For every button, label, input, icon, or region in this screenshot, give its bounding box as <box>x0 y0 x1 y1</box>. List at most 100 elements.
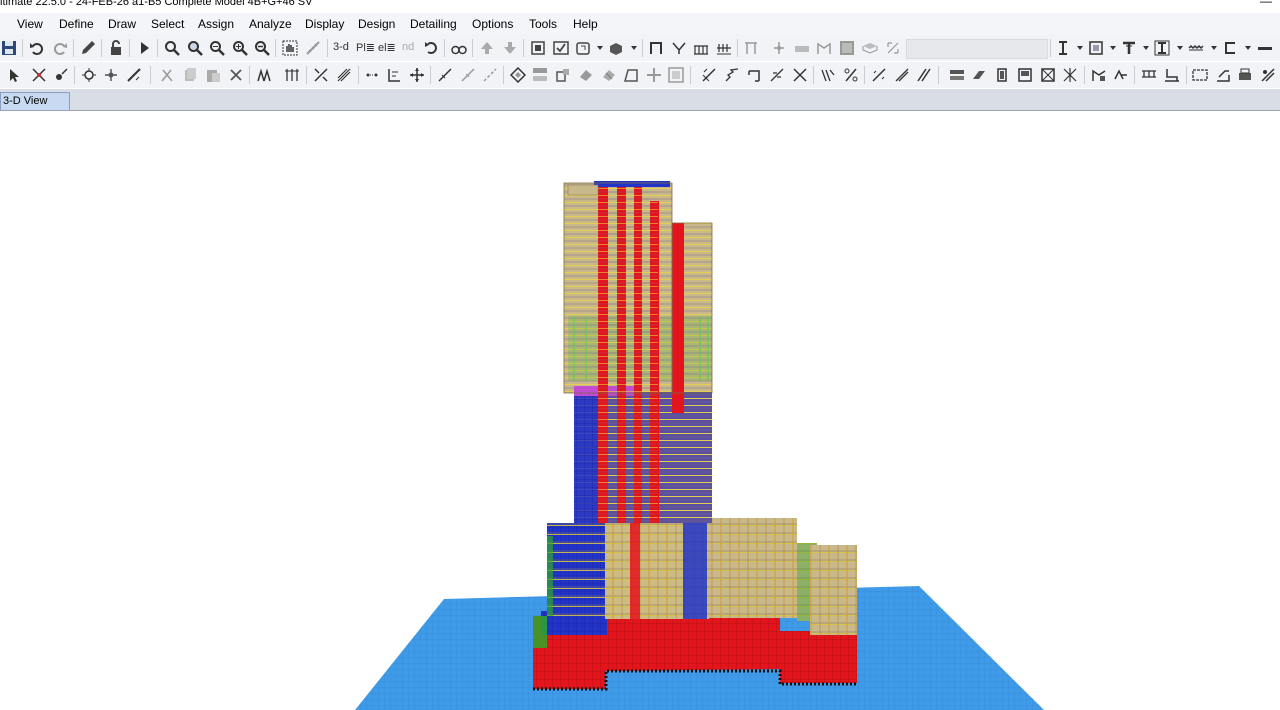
draw-floor-icon[interactable] <box>838 39 856 57</box>
deck-section-icon[interactable] <box>1187 39 1205 57</box>
run-icon[interactable] <box>135 39 153 57</box>
detail-column-icon[interactable] <box>1112 66 1130 84</box>
align-joints-icon[interactable] <box>385 66 403 84</box>
rotate-icon[interactable] <box>423 39 441 57</box>
draw-point-icon[interactable] <box>770 39 788 57</box>
draw-grid-point-icon[interactable] <box>102 66 120 84</box>
menu-analyze[interactable]: Analyze <box>249 17 292 31</box>
tee-section-icon[interactable] <box>1120 39 1138 57</box>
set-display-icon[interactable] <box>574 39 592 57</box>
zoom-previous-icon[interactable] <box>208 39 226 57</box>
assign-wind-load-icon[interactable] <box>915 66 933 84</box>
assign-restraint-icon[interactable] <box>700 66 718 84</box>
assign-area-load-icon[interactable] <box>893 66 911 84</box>
assign-insertion-icon[interactable] <box>791 66 809 84</box>
menu-select[interactable]: Select <box>151 17 184 31</box>
cut-icon[interactable] <box>158 66 176 84</box>
draw-joint-icon[interactable] <box>80 66 98 84</box>
zoom-extents-icon[interactable] <box>186 39 204 57</box>
detail-slab-icon[interactable] <box>1140 66 1158 84</box>
trim-line-icon[interactable] <box>459 66 477 84</box>
select-joint-icon[interactable] <box>52 66 70 84</box>
design-slab-icon[interactable] <box>1039 66 1057 84</box>
frame-area-icon[interactable] <box>667 66 685 84</box>
move-icon[interactable] <box>408 66 426 84</box>
measure-icon[interactable] <box>304 39 322 57</box>
zoom-in-icon[interactable] <box>231 39 249 57</box>
copy-icon[interactable] <box>181 66 199 84</box>
section-shape-dropdown-icon[interactable] <box>1077 46 1083 50</box>
draw-dimension-icon[interactable] <box>884 39 902 57</box>
design-connection-icon[interactable] <box>1061 66 1079 84</box>
assign-temp-icon[interactable] <box>870 66 888 84</box>
menu-help[interactable]: Help <box>573 17 598 31</box>
assign-load-icon[interactable] <box>819 66 837 84</box>
object-shrink-icon[interactable] <box>529 39 547 57</box>
i-section-icon[interactable] <box>1153 39 1171 57</box>
align-points-icon[interactable] <box>283 66 301 84</box>
join-frames-icon[interactable] <box>335 66 353 84</box>
drawing-export-icon[interactable] <box>1214 66 1232 84</box>
toolbar-input-field[interactable] <box>906 39 1048 59</box>
move-down-icon[interactable] <box>501 39 519 57</box>
replicate-icon[interactable] <box>255 66 273 84</box>
merge-joints-icon[interactable] <box>363 66 381 84</box>
tab-3d-view[interactable]: 3-D View <box>0 92 70 110</box>
menu-assign[interactable]: Assign <box>198 17 234 31</box>
pencil-icon[interactable] <box>79 39 97 57</box>
draw-slab-icon[interactable] <box>861 39 879 57</box>
frame-section-icon[interactable] <box>1087 39 1105 57</box>
save-icon[interactable] <box>0 39 18 57</box>
menu-design[interactable]: Design <box>358 17 395 31</box>
offset-line-icon[interactable] <box>481 66 499 84</box>
drawing-print-icon[interactable] <box>1236 66 1254 84</box>
menu-view[interactable]: View <box>17 17 43 31</box>
nd-view-button[interactable]: nd <box>402 41 414 53</box>
draw-frame-icon[interactable] <box>647 39 665 57</box>
channel-section-dropdown-icon[interactable] <box>1245 46 1251 50</box>
select-pointer-icon[interactable] <box>6 66 24 84</box>
assign-spring-icon[interactable] <box>723 66 741 84</box>
draw-quad-area-icon[interactable] <box>554 66 572 84</box>
channel-section-icon[interactable] <box>1221 39 1239 57</box>
draw-area-icon[interactable] <box>509 66 527 84</box>
assign-percent-icon[interactable] <box>842 66 860 84</box>
view-3d-button[interactable]: 3-d <box>333 41 349 53</box>
assign-offset-icon[interactable] <box>768 66 786 84</box>
menu-tools[interactable]: Tools <box>529 17 557 31</box>
drawing-settings-icon[interactable] <box>1259 66 1277 84</box>
draw-column-icon[interactable] <box>742 39 760 57</box>
design-column-icon[interactable] <box>993 66 1011 84</box>
extrude-view-dropdown-icon[interactable] <box>631 46 637 50</box>
flat-bar-icon[interactable] <box>1256 39 1274 57</box>
draw-secondary-beam-icon[interactable] <box>715 39 733 57</box>
menu-detailing[interactable]: Detailing <box>410 17 457 31</box>
menu-display[interactable]: Display <box>305 17 344 31</box>
select-by-intersect-icon[interactable] <box>30 66 48 84</box>
menu-draw[interactable]: Draw <box>108 17 136 31</box>
zoom-window-icon[interactable] <box>163 39 181 57</box>
chamfer-area-icon[interactable] <box>577 66 595 84</box>
draw-line-icon[interactable] <box>125 66 143 84</box>
menu-define[interactable]: Define <box>59 17 94 31</box>
redo-icon[interactable] <box>51 39 69 57</box>
draw-brace-icon[interactable] <box>670 39 688 57</box>
unlock-icon[interactable] <box>107 39 125 57</box>
draw-rect-area-icon[interactable] <box>531 66 549 84</box>
split-area-icon[interactable] <box>600 66 618 84</box>
deck-section-dropdown-icon[interactable] <box>1211 46 1217 50</box>
drawing-sheet-icon[interactable] <box>1191 66 1209 84</box>
paste-icon[interactable] <box>204 66 222 84</box>
design-wall-icon[interactable] <box>1016 66 1034 84</box>
design-steel-icon[interactable] <box>948 66 966 84</box>
display-options-icon[interactable] <box>552 39 570 57</box>
assign-release-icon[interactable] <box>746 66 764 84</box>
move-up-icon[interactable] <box>478 39 496 57</box>
draw-opening-icon[interactable] <box>815 39 833 57</box>
draw-wall-icon[interactable] <box>793 39 811 57</box>
extrude-view-icon[interactable] <box>607 39 625 57</box>
elevation-view-button[interactable]: el≣ <box>378 41 396 54</box>
add-point-icon[interactable] <box>645 66 663 84</box>
detail-beam-icon[interactable] <box>1090 66 1108 84</box>
design-concrete-icon[interactable] <box>970 66 988 84</box>
